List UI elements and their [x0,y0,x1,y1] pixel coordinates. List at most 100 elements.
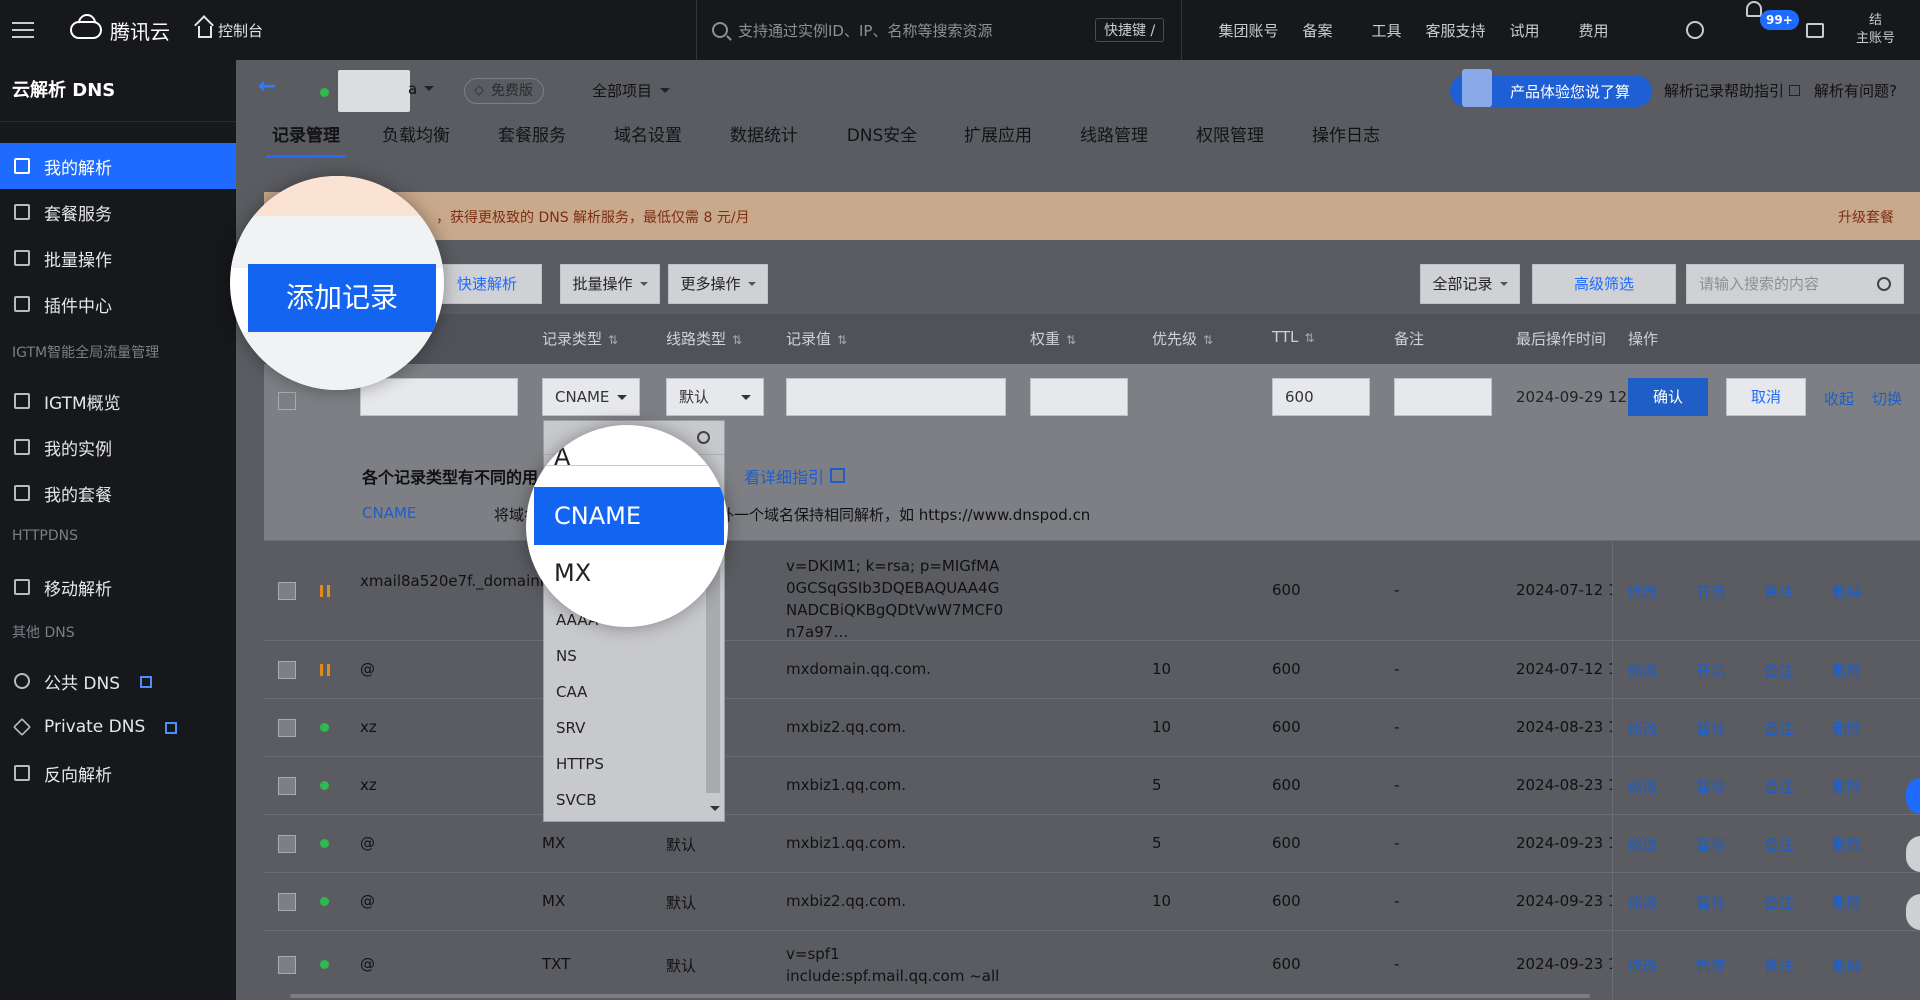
tab-extensions[interactable]: 扩展应用 [958,118,1038,158]
help-question-link[interactable]: 解析有问题? [1814,80,1897,101]
sidebar-item-public-dns[interactable]: 公共 DNS [0,658,236,704]
header-last-modified[interactable]: 最后操作时间 [1516,328,1606,349]
row-checkbox[interactable] [278,777,296,795]
sidebar-item-package[interactable]: 套餐服务 [0,189,236,235]
collapse-link[interactable]: 收起 [1824,388,1854,409]
dropdown-option-a[interactable]: A [554,443,570,471]
tab-dns-security[interactable]: DNS安全 [840,118,924,158]
toggle-record-link[interactable]: 暂停 [1696,834,1726,855]
edit-record-link[interactable]: 修改 [1628,834,1658,855]
row-checkbox[interactable] [278,582,296,600]
delete-record-link[interactable]: 删除 [1832,660,1862,681]
header-line-type[interactable]: 线路类型 [666,328,742,349]
note-record-link[interactable]: 备注 [1764,834,1794,855]
sidebar-item-my-dns[interactable]: 我的解析 [0,143,236,189]
nav-group-account[interactable]: 集团账号 [1214,20,1283,41]
feedback-button[interactable]: 产品体验您说了算 [1450,69,1652,107]
row-checkbox[interactable] [278,719,296,737]
dropdown-option-srv[interactable]: SRV [556,719,585,737]
domain-name-redacted[interactable] [338,70,410,112]
ttl-input[interactable]: 600 [1272,378,1370,416]
row-checkbox[interactable] [278,835,296,853]
header-ttl[interactable]: TTL [1272,328,1314,346]
note-input[interactable] [1394,378,1492,416]
account-menu[interactable]: 结 主账号 [1856,0,1895,60]
record-filter-select[interactable]: 全部记录 [1420,264,1520,304]
chevron-down-icon[interactable] [424,86,434,96]
note-record-link[interactable]: 备注 [1764,660,1794,681]
help-guide-link[interactable]: 解析记录帮助指引 [1664,80,1801,101]
row-checkbox[interactable] [278,893,296,911]
sidebar-item-reverse-dns[interactable]: 反向解析 [0,750,236,796]
edit-record-link[interactable]: 修改 [1628,718,1658,739]
nav-filing[interactable]: 备案 [1283,20,1352,41]
sidebar-item-private-dns[interactable]: Private DNS [0,704,236,750]
dropdown-option-caa[interactable]: CAA [556,683,587,701]
row-checkbox[interactable] [278,956,296,974]
record-search-input[interactable]: 请输入搜索的内容 [1686,264,1904,304]
delete-record-link[interactable]: 删除 [1832,776,1862,797]
dropdown-option-ns[interactable]: NS [556,647,577,665]
record-type-select[interactable]: CNAME [542,378,640,416]
nav-trial[interactable]: 试用 [1490,20,1559,41]
sidebar-item-batch[interactable]: 批量操作 [0,235,236,281]
note-record-link[interactable]: 备注 [1764,776,1794,797]
compass-button[interactable] [1686,0,1704,60]
tab-line-management[interactable]: 线路管理 [1074,118,1154,158]
nav-billing[interactable]: 费用 [1559,20,1628,41]
delete-record-link[interactable]: 删除 [1832,892,1862,913]
tab-package[interactable]: 套餐服务 [492,118,572,158]
toggle-record-link[interactable]: 暂停 [1696,892,1726,913]
dropdown-option-cname-selected[interactable]: CNAME [534,487,724,545]
toggle-record-link[interactable]: 暂停 [1696,718,1726,739]
header-record-type[interactable]: 记录类型 [542,328,618,349]
tab-statistics[interactable]: 数据统计 [724,118,804,158]
add-record-button[interactable]: 添加记录 [248,264,436,332]
dropdown-option-mx[interactable]: MX [554,559,591,587]
horizontal-scrollbar[interactable] [290,994,1590,998]
tab-domain-settings[interactable]: 域名设置 [608,118,688,158]
nav-tools[interactable]: 工具 [1352,20,1421,41]
delete-record-link[interactable]: 删除 [1832,834,1862,855]
toggle-record-link[interactable]: 开启 [1696,660,1726,681]
toggle-record-link[interactable]: 暂停 [1696,955,1726,976]
edit-record-link[interactable]: 修改 [1628,660,1658,681]
note-record-link[interactable]: 备注 [1764,718,1794,739]
sidebar-item-igtm-overview[interactable]: IGTM概览 [0,378,236,424]
scroll-down-icon[interactable] [710,806,720,816]
delete-record-link[interactable]: 删除 [1832,955,1862,976]
weight-input[interactable] [1030,378,1128,416]
dropdown-option-svcb[interactable]: SVCB [556,791,597,809]
wallet-button[interactable] [1806,0,1824,60]
brand-logo[interactable]: 腾讯云 [70,0,170,60]
toggle-record-link[interactable]: 开启 [1696,581,1726,602]
nav-support[interactable]: 客服支持 [1421,20,1490,41]
row-checkbox[interactable] [278,392,296,410]
shortcut-key-button[interactable]: 快捷键 / [1095,18,1165,42]
cancel-button[interactable]: 取消 [1726,378,1806,416]
tab-operation-log[interactable]: 操作日志 [1306,118,1386,158]
upgrade-link[interactable]: 升级套餐 [1838,207,1894,227]
header-priority[interactable]: 优先级 [1152,328,1213,349]
detail-guide-link[interactable]: 看详细指引 [744,464,845,488]
menu-icon[interactable] [12,0,34,60]
dropdown-option-https[interactable]: HTTPS [556,755,604,773]
search-icon[interactable] [1877,277,1891,291]
note-record-link[interactable]: 备注 [1764,955,1794,976]
delete-record-link[interactable]: 删除 [1832,581,1862,602]
note-record-link[interactable]: 备注 [1764,581,1794,602]
tab-records[interactable]: 记录管理 [266,118,346,158]
edit-record-link[interactable]: 修改 [1628,776,1658,797]
sidebar-item-mobile-dns[interactable]: 移动解析 [0,564,236,610]
edit-record-link[interactable]: 修改 [1628,581,1658,602]
project-select[interactable]: 全部项目 [592,80,670,101]
edit-record-link[interactable]: 修改 [1628,955,1658,976]
tab-permissions[interactable]: 权限管理 [1190,118,1270,158]
quick-resolve-button[interactable]: 快速解析 [428,264,542,304]
switch-link[interactable]: 切换 [1872,388,1902,409]
back-arrow-icon[interactable]: ← [258,74,276,99]
line-type-select[interactable]: 默认 [666,378,764,416]
sidebar-item-plugins[interactable]: 插件中心 [0,281,236,327]
console-link[interactable]: 控制台 [198,0,263,60]
header-record-value[interactable]: 记录值 [786,328,847,349]
